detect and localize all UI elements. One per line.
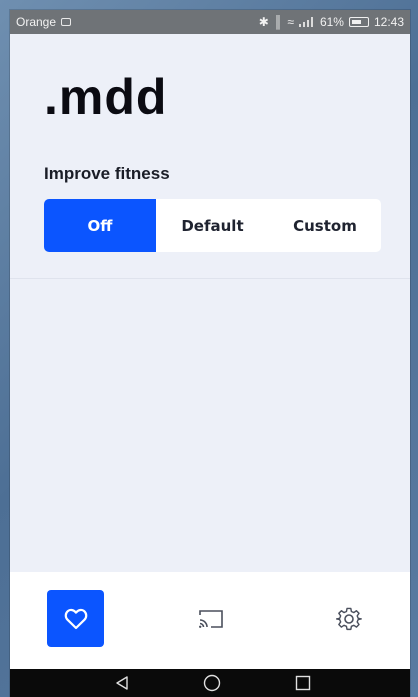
vibrate-icon: ║ — [273, 15, 283, 29]
phone-screen: Orange ✱ ║ ≈ 61% 12:43 .mdd Improve fitn… — [10, 10, 410, 697]
mode-segmented-control: Off Default Custom — [44, 199, 381, 252]
home-icon — [203, 674, 221, 692]
segment-default[interactable]: Default — [156, 199, 269, 252]
nav-cast-button[interactable] — [182, 590, 239, 647]
section-title: Improve fitness — [44, 164, 170, 183]
carrier-label: Orange — [16, 15, 57, 29]
nav-heart-button[interactable] — [47, 590, 104, 647]
signal-icon — [298, 17, 315, 27]
back-button[interactable] — [112, 673, 132, 693]
battery-icon — [348, 17, 369, 27]
cast-icon — [198, 609, 223, 628]
heart-icon — [64, 608, 87, 629]
segment-off[interactable]: Off — [44, 199, 156, 252]
wifi-icon: ≈ — [287, 15, 294, 29]
recents-icon — [295, 675, 311, 691]
back-icon — [116, 676, 128, 690]
system-navigation-bar — [10, 669, 410, 697]
recents-button[interactable] — [293, 673, 313, 693]
gear-icon — [335, 607, 362, 630]
battery-percent: 61% — [319, 15, 344, 29]
bluetooth-icon: ✱ — [258, 15, 269, 29]
nav-settings-button[interactable] — [320, 590, 377, 647]
divider — [10, 278, 410, 279]
app-logo: .mdd — [44, 69, 168, 125]
home-button[interactable] — [202, 673, 222, 693]
notification-icon — [61, 18, 72, 26]
segment-custom[interactable]: Custom — [269, 199, 381, 252]
bottom-navigation — [10, 572, 410, 669]
status-bar: Orange ✱ ║ ≈ 61% 12:43 — [10, 10, 410, 34]
clock: 12:43 — [373, 15, 404, 29]
